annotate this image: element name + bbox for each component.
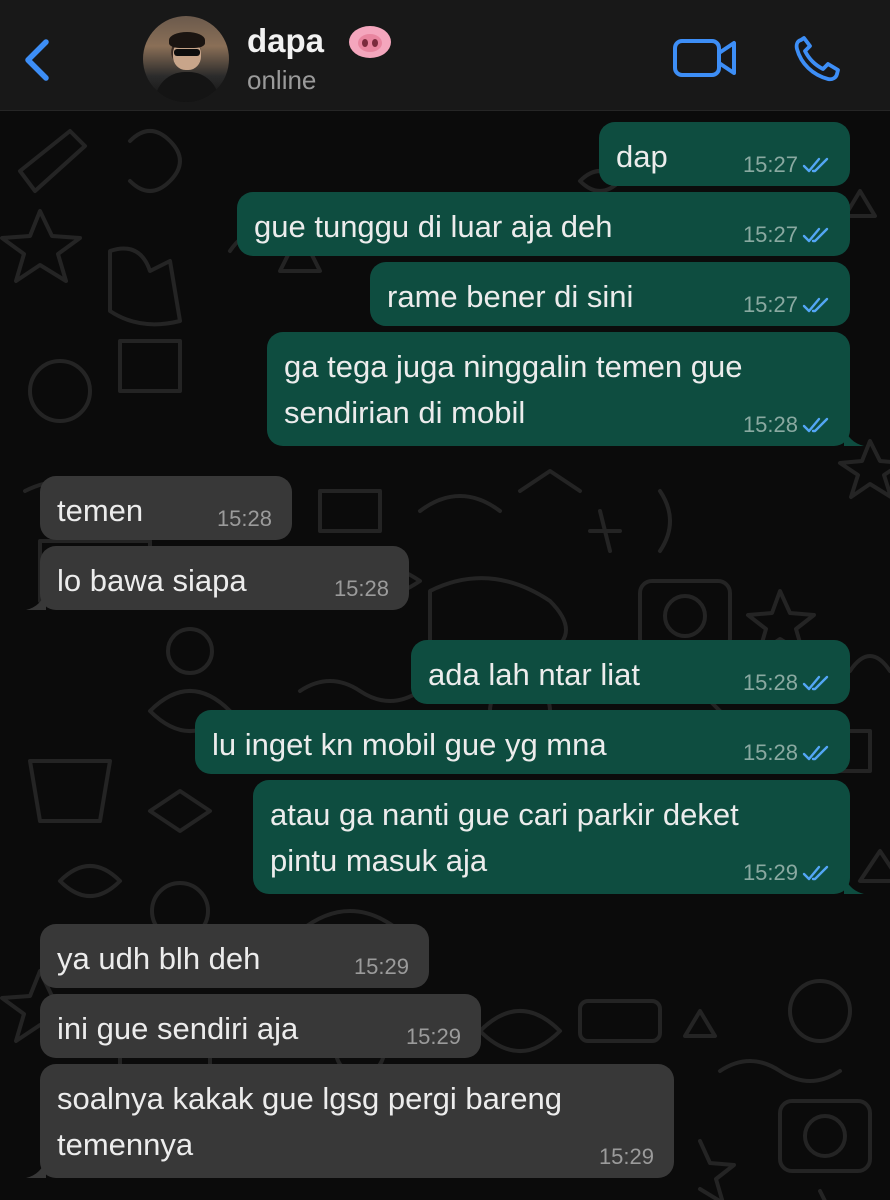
bubble-tail — [26, 1158, 46, 1178]
read-receipt-icon — [802, 417, 829, 433]
video-camera-icon[interactable] — [672, 36, 738, 80]
presence-status: online — [247, 65, 317, 95]
outgoing-message[interactable]: lu inget kn mobil gue yg mna 15:28 — [195, 710, 850, 774]
message-time: 15:29 — [598, 1144, 654, 1169]
read-receipt-icon — [802, 157, 829, 173]
message-text: ada lah ntar liat — [428, 657, 640, 692]
chat-header: dapa online — [0, 0, 890, 111]
message-meta: 15:27 — [743, 292, 830, 318]
message-text: soalnya kakak gue lgsg pergi bareng teme… — [57, 1081, 562, 1162]
message-time: 15:28 — [742, 670, 798, 695]
message-time: 15:29 — [742, 860, 798, 885]
outgoing-message[interactable]: ga tega juga ninggalin temen gue sendiri… — [267, 332, 864, 446]
message-time: 15:27 — [742, 222, 798, 247]
message-text: dap — [616, 139, 668, 174]
message-time: 15:28 — [742, 412, 798, 437]
message-text: rame bener di sini — [387, 279, 634, 314]
message-meta: 15:29 — [599, 1144, 654, 1170]
incoming-message[interactable]: ya udh blh deh 15:29 — [40, 924, 429, 988]
message-text: lu inget kn mobil gue yg mna — [212, 727, 607, 762]
message-text: temen — [57, 493, 144, 528]
message-time: 15:27 — [742, 292, 798, 317]
incoming-message[interactable]: soalnya kakak gue lgsg pergi bareng teme… — [26, 1064, 674, 1178]
avatar[interactable] — [143, 16, 229, 102]
message-time: 15:28 — [216, 506, 272, 531]
message-meta: 15:29 — [406, 1024, 461, 1050]
read-receipt-icon — [802, 745, 829, 761]
message-meta: 15:28 — [217, 506, 272, 532]
message-meta: 15:29 — [354, 954, 409, 980]
outgoing-message[interactable]: gue tunggu di luar aja deh 15:27 — [237, 192, 850, 256]
read-receipt-icon — [802, 865, 829, 881]
message-time: 15:28 — [742, 740, 798, 765]
message-meta: 15:27 — [743, 222, 830, 248]
chevron-left-icon[interactable] — [18, 36, 58, 84]
incoming-message[interactable]: ini gue sendiri aja 15:29 — [40, 994, 481, 1058]
message-meta: 15:27 — [743, 152, 830, 178]
read-receipt-icon — [802, 297, 829, 313]
bubble-tail — [844, 426, 864, 446]
outgoing-message[interactable]: dap 15:27 — [599, 122, 850, 186]
message-time: 15:28 — [333, 576, 389, 601]
message-text: lo bawa siapa — [57, 563, 247, 598]
outgoing-message[interactable]: ada lah ntar liat 15:28 — [411, 640, 850, 704]
message-list[interactable]: dap 15:27 gue tunggu di luar aja deh 15:27 r… — [0, 111, 890, 1200]
message-meta: 15:28 — [743, 740, 830, 766]
outgoing-message[interactable]: rame bener di sini 15:27 — [370, 262, 850, 326]
message-time: 15:29 — [405, 1024, 461, 1049]
bubble-tail — [26, 590, 46, 610]
message-meta: 15:28 — [743, 670, 830, 696]
message-text: ini gue sendiri aja — [57, 1011, 299, 1046]
pig-face-emoji — [349, 26, 391, 58]
message-text: ya udh blh deh — [57, 941, 261, 976]
incoming-message[interactable]: lo bawa siapa 15:28 — [26, 546, 409, 610]
bubble-tail — [844, 874, 864, 894]
read-receipt-icon — [802, 227, 829, 243]
message-meta: 15:29 — [743, 860, 830, 886]
message-time: 15:27 — [742, 152, 798, 177]
contact-name[interactable]: dapa — [247, 22, 324, 60]
read-receipt-icon — [802, 675, 829, 691]
outgoing-message[interactable]: atau ga nanti gue cari parkir deket pint… — [253, 780, 864, 894]
phone-icon[interactable] — [793, 36, 843, 82]
incoming-message[interactable]: temen 15:28 — [40, 476, 292, 540]
message-meta: 15:28 — [334, 576, 389, 602]
message-meta: 15:28 — [743, 412, 830, 438]
message-time: 15:29 — [353, 954, 409, 979]
message-text: gue tunggu di luar aja deh — [254, 209, 613, 244]
